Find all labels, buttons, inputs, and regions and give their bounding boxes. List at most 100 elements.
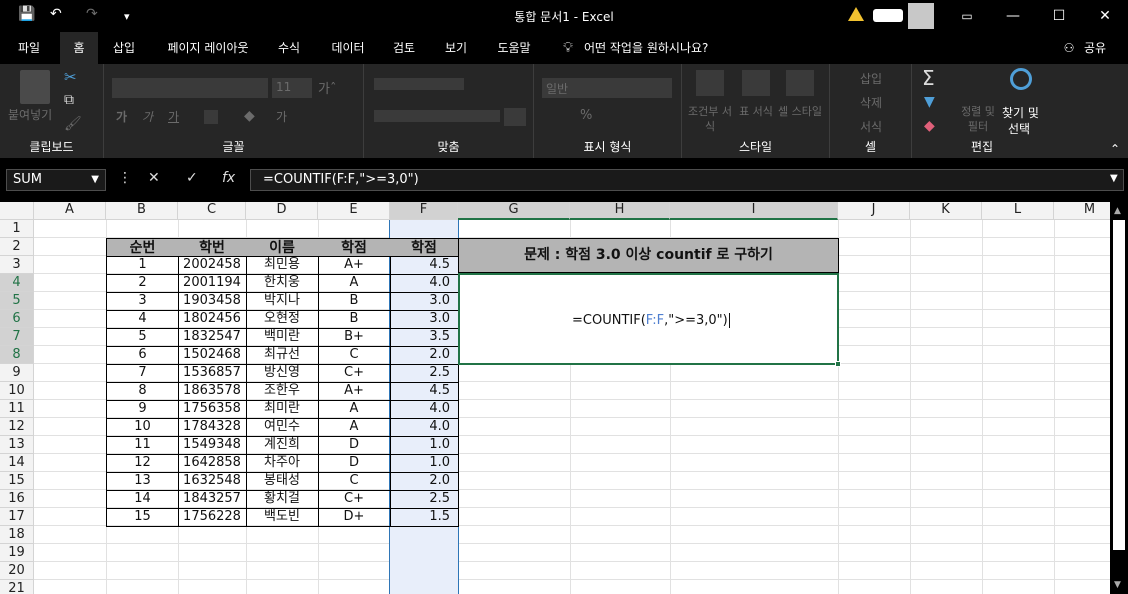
column-header-g[interactable]: G: [458, 202, 570, 220]
select-label[interactable]: 선택: [1008, 120, 1030, 137]
tab-help[interactable]: 도움말: [488, 32, 540, 64]
delete-cells-button[interactable]: 삭제: [860, 94, 882, 111]
column-header-h[interactable]: H: [570, 202, 670, 220]
problem-title[interactable]: 문제 : 학점 3.0 이상 countif 로 구하기: [458, 238, 839, 273]
tab-view[interactable]: 보기: [436, 32, 476, 64]
table-cell[interactable]: 백도빈: [246, 508, 319, 527]
table-cell[interactable]: 3.0: [390, 310, 459, 329]
tab-home[interactable]: 홈: [60, 32, 98, 64]
column-header-e[interactable]: E: [318, 202, 390, 220]
tab-file[interactable]: 파일: [6, 32, 52, 64]
table-cell[interactable]: 1756358: [178, 400, 247, 419]
table-cell[interactable]: C+: [318, 490, 391, 509]
table-cell[interactable]: C: [318, 346, 391, 365]
fill-icon[interactable]: ▼: [924, 94, 935, 110]
table-cell[interactable]: 1.5: [390, 508, 459, 527]
collapse-ribbon-icon[interactable]: ⌃: [1110, 142, 1120, 156]
table-cell[interactable]: 4.0: [390, 400, 459, 419]
copy-icon[interactable]: ⧉: [64, 92, 74, 108]
table-cell[interactable]: 7: [106, 364, 179, 383]
table-cell[interactable]: A: [318, 274, 391, 293]
column-header-k[interactable]: K: [910, 202, 982, 220]
table-cell[interactable]: 1536857: [178, 364, 247, 383]
table-cell[interactable]: B: [318, 310, 391, 329]
sort-filter-button[interactable]: 정렬 및 필터: [956, 104, 1000, 134]
table-cell[interactable]: 한치웅: [246, 274, 319, 293]
enter-icon[interactable]: ✓: [186, 170, 198, 186]
table-cell[interactable]: 1784328: [178, 418, 247, 437]
table-cell[interactable]: 2.0: [390, 472, 459, 491]
table-header-cell[interactable]: 학번: [178, 238, 247, 257]
table-cell[interactable]: 1903458: [178, 292, 247, 311]
table-header-cell[interactable]: 학점: [390, 238, 459, 257]
table-header-cell[interactable]: 순번: [106, 238, 179, 257]
table-cell[interactable]: 계진희: [246, 436, 319, 455]
table-cell[interactable]: 최미란: [246, 400, 319, 419]
row-header[interactable]: 10: [0, 382, 34, 400]
table-format-icon[interactable]: [742, 70, 770, 96]
table-cell[interactable]: C: [318, 472, 391, 491]
table-cell[interactable]: 13: [106, 472, 179, 491]
row-header[interactable]: 19: [0, 544, 34, 562]
table-cell[interactable]: 최민용: [246, 256, 319, 275]
table-cell[interactable]: 8: [106, 382, 179, 401]
merge-icon[interactable]: [504, 108, 526, 126]
table-cell[interactable]: 1642858: [178, 454, 247, 473]
expand-formula-icon[interactable]: ▼: [1110, 173, 1118, 184]
maximize-button[interactable]: ☐: [1036, 0, 1082, 32]
table-cell[interactable]: A+: [318, 382, 391, 401]
vertical-scrollbar[interactable]: ▲ ▼: [1110, 202, 1128, 594]
row-header[interactable]: 7: [0, 328, 34, 346]
table-cell[interactable]: D+: [318, 508, 391, 527]
ribbon-display-icon[interactable]: ▭: [944, 0, 990, 32]
table-header-cell[interactable]: 이름: [246, 238, 319, 257]
column-header-b[interactable]: B: [106, 202, 178, 220]
column-header-m[interactable]: M: [1054, 202, 1110, 220]
row-header[interactable]: 18: [0, 526, 34, 544]
table-cell[interactable]: B: [318, 292, 391, 311]
row-header[interactable]: 12: [0, 418, 34, 436]
horizontal-align-icons[interactable]: [374, 110, 500, 122]
warning-icon[interactable]: [848, 7, 864, 21]
row-header[interactable]: 4: [0, 274, 34, 292]
row-header[interactable]: 2: [0, 238, 34, 256]
table-cell[interactable]: 4.5: [390, 256, 459, 275]
cancel-icon[interactable]: ✕: [148, 170, 160, 186]
column-header-c[interactable]: C: [178, 202, 246, 220]
fill-handle[interactable]: [835, 361, 841, 367]
cut-icon[interactable]: ✂: [64, 68, 77, 86]
minimize-button[interactable]: —: [990, 0, 1036, 32]
row-header[interactable]: 15: [0, 472, 34, 490]
row-header[interactable]: 5: [0, 292, 34, 310]
column-header-d[interactable]: D: [246, 202, 318, 220]
table-cell[interactable]: 9: [106, 400, 179, 419]
table-cell[interactable]: 1802456: [178, 310, 247, 329]
worksheet-grid[interactable]: A B C D E F G H I J K L M 1 2 3 4 5 6 7 8 9 10 11 1…: [0, 202, 1110, 594]
conditional-format-icon[interactable]: [696, 70, 724, 96]
row-header[interactable]: 13: [0, 436, 34, 454]
table-cell[interactable]: 3.0: [390, 292, 459, 311]
table-cell[interactable]: D: [318, 454, 391, 473]
table-cell[interactable]: 1.0: [390, 436, 459, 455]
border-icon[interactable]: [204, 110, 218, 124]
formula-input[interactable]: =COUNTIF(F:F,">=3,0"): [250, 169, 1124, 191]
tab-review[interactable]: 검토: [384, 32, 424, 64]
conditional-format-label[interactable]: 조건부 서식: [688, 104, 732, 134]
table-cell[interactable]: C+: [318, 364, 391, 383]
tab-insert[interactable]: 삽입: [104, 32, 144, 64]
row-header[interactable]: 16: [0, 490, 34, 508]
table-cell[interactable]: 1.0: [390, 454, 459, 473]
row-header[interactable]: 21: [0, 580, 34, 594]
table-cell[interactable]: 4.0: [390, 274, 459, 293]
table-cell[interactable]: 12: [106, 454, 179, 473]
italic-button[interactable]: 가: [142, 108, 153, 125]
table-cell[interactable]: 3: [106, 292, 179, 311]
table-cell[interactable]: 2: [106, 274, 179, 293]
table-cell[interactable]: 1843257: [178, 490, 247, 509]
row-header[interactable]: 14: [0, 454, 34, 472]
find-icon[interactable]: [1010, 68, 1032, 90]
table-cell[interactable]: 오현정: [246, 310, 319, 329]
table-cell[interactable]: 1632548: [178, 472, 247, 491]
format-cells-button[interactable]: 서식: [860, 118, 882, 135]
font-color-icon[interactable]: 가: [276, 108, 287, 125]
